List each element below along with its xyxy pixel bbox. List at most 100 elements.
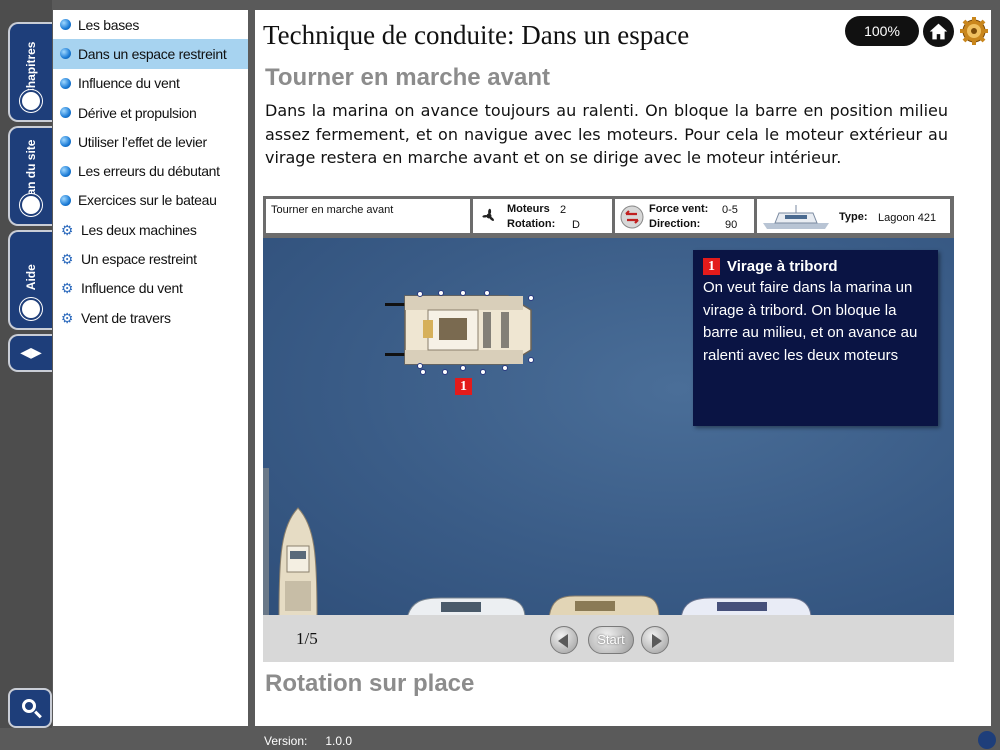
sidebar-item-label: Exercices sur le bateau — [78, 192, 217, 209]
boat-type-value: Lagoon 421 — [878, 212, 937, 224]
version-label: Version: — [264, 734, 308, 748]
previous-step-button[interactable] — [550, 626, 578, 654]
sidebar-item[interactable]: Exercices sur le bateau — [53, 186, 248, 215]
bullet-icon — [60, 77, 71, 89]
step-counter: 1/5 — [296, 629, 318, 648]
prev-next-arrows-icon: ◀▶ — [20, 344, 42, 360]
books-icon — [20, 90, 42, 112]
moored-boat-3 — [549, 595, 660, 615]
step-number-badge: 1 — [703, 258, 720, 275]
scenario-box: Tourner en marche avant — [266, 199, 470, 233]
intro-paragraph: Dans la marina on avance toujours au ral… — [265, 101, 948, 167]
scenario-name: Tourner en marche avant — [271, 204, 394, 216]
chevron-right-icon — [652, 634, 662, 648]
sidebar-item[interactable]: Les bases — [53, 10, 248, 39]
catamaran-profile-icon — [763, 205, 829, 229]
sidebar-item-label: Les bases — [78, 16, 140, 33]
start-button[interactable]: Start — [588, 626, 634, 654]
boat-type-box: Type: Lagoon 421 — [757, 199, 950, 233]
gear-icon: ⚙ — [60, 221, 74, 238]
bullet-icon — [60, 194, 71, 206]
bullet-icon — [60, 136, 71, 148]
chapters-tab-label: Chapitres — [24, 41, 38, 97]
chevron-left-icon — [558, 634, 568, 648]
sidebar-item-label: Un espace restreint — [81, 251, 197, 268]
sidebar-item[interactable]: ⚙ Vent de travers — [53, 303, 248, 332]
propeller-icon — [482, 208, 494, 221]
bullet-icon — [60, 48, 71, 60]
zoom-button[interactable]: 100% — [845, 16, 919, 46]
chapter-sidebar: Les bases Dans un espace restreint Influen… — [53, 10, 248, 726]
sidebar-item[interactable]: Dans un espace restreint — [53, 39, 248, 69]
sidebar-item[interactable]: Influence du vent — [53, 69, 248, 98]
gear-icon — [960, 17, 988, 45]
sidebar-item[interactable]: ⚙ Influence du vent — [53, 274, 248, 303]
sidebar-item[interactable]: Utiliser l’effet de levier — [53, 127, 248, 156]
moored-motorboat-left — [278, 507, 318, 615]
page-title: Technique de conduite: Dans un espace — [263, 20, 690, 50]
sidebar-item-label: Les erreurs du débutant — [78, 163, 220, 180]
simulator-controls: 1/5 Start — [263, 615, 954, 662]
help-tab-label: Aide — [24, 264, 38, 291]
step-info-panel: 1 Virage à tribord On veut faire dans la… — [693, 250, 938, 426]
sidebar-item[interactable]: Dérive et propulsion — [53, 98, 248, 127]
engines-box: Moteurs 2 Rotation: D — [473, 199, 612, 233]
next-step-button[interactable] — [641, 626, 669, 654]
left-rail: Chapitres Plan du site Aide ◀▶ — [0, 0, 52, 728]
wind-box: Force vent: 0-5 Direction: 90 — [615, 199, 754, 233]
gear-icon: ⚙ — [60, 309, 74, 326]
engines-value: 2 — [560, 204, 567, 216]
search-icon — [22, 699, 36, 713]
bullet-icon — [60, 165, 71, 177]
wind-force-value: 0-5 — [722, 204, 738, 216]
sidebar-item-label: Dérive et propulsion — [78, 104, 197, 121]
rotation-label: Rotation: — [507, 218, 556, 230]
moored-boat-4 — [681, 597, 812, 615]
moored-boat-2 — [407, 597, 526, 615]
simulator-header: Tourner en marche avant Moteurs 2 Rotati… — [263, 196, 954, 238]
globe-icon — [20, 194, 42, 216]
sidebar-item-label: Influence du vent — [78, 75, 180, 92]
search-button[interactable] — [8, 688, 52, 728]
engines-label: Moteurs — [507, 203, 550, 215]
home-icon — [929, 23, 948, 40]
sidebar-item-label: Vent de travers — [81, 309, 171, 326]
gear-icon: ⚙ — [60, 280, 74, 297]
bullet-icon — [60, 19, 71, 31]
boat-simulator: Tourner en marche avant Moteurs 2 Rotati… — [263, 196, 954, 662]
sidebar-item[interactable]: Les erreurs du débutant — [53, 156, 248, 185]
wind-direction-value: 90 — [725, 219, 738, 231]
sidebar-item[interactable]: ⚙ Les deux machines — [53, 215, 248, 244]
dock-edge — [263, 468, 269, 615]
wind-direction-label: Direction: — [649, 218, 701, 230]
mouse-icon[interactable] — [978, 731, 996, 749]
section-title-forward-turn: Tourner en marche avant — [265, 64, 550, 91]
rotation-value: D — [572, 219, 580, 231]
step-title: Virage à tribord — [727, 258, 838, 275]
bullet-icon — [60, 107, 71, 119]
home-button[interactable] — [923, 16, 954, 47]
wind-force-label: Force vent: — [649, 203, 709, 215]
gear-icon: ⚙ — [60, 251, 74, 268]
sidebar-item-label: Utiliser l’effet de levier — [78, 133, 207, 150]
sidebar-item[interactable]: ⚙ Un espace restreint — [53, 244, 248, 273]
boat-step-marker: 1 — [455, 378, 472, 395]
help-tab[interactable]: Aide — [8, 230, 52, 330]
step-description: On veut faire dans la marina un virage à… — [703, 279, 918, 364]
catamaran-boat[interactable] — [383, 288, 543, 378]
version-value: 1.0.0 — [325, 734, 353, 748]
prev-next-tab[interactable]: ◀▶ — [8, 334, 52, 372]
sitemap-tab[interactable]: Plan du site — [8, 126, 52, 226]
version-info: Version: 1.0.0 — [264, 734, 352, 748]
sidebar-item-label: Les deux machines — [81, 221, 197, 238]
boat-type-label: Type: — [839, 211, 868, 223]
sidebar-item-label: Dans un espace restreint — [78, 45, 227, 62]
sidebar-item-label: Influence du vent — [81, 280, 183, 297]
chapters-tab[interactable]: Chapitres — [8, 22, 52, 122]
book-icon — [20, 298, 42, 320]
marina-view: 1 1 Virage à tribord On veut faire dans … — [263, 238, 954, 615]
section-title-rotation: Rotation sur place — [265, 670, 475, 697]
wind-arrows-icon — [620, 205, 644, 229]
main-content: Technique de conduite: Dans un espace 10… — [255, 10, 991, 726]
settings-button[interactable] — [959, 16, 989, 46]
